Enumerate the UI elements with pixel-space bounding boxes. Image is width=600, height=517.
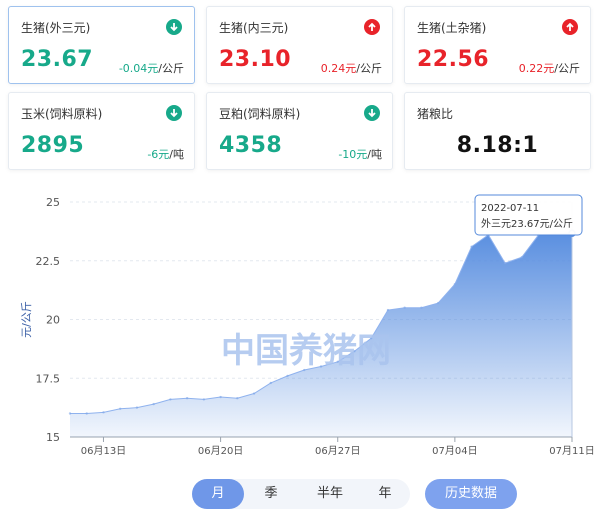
arrow-up-icon — [364, 19, 380, 35]
card-change: -10元/吨 — [338, 148, 382, 161]
card-name: 生猪(外三元) — [21, 21, 91, 35]
card-name: 猪粮比 — [417, 107, 454, 121]
x-tick-label: 06月20日 — [198, 445, 243, 457]
y-tick-label: 20 — [46, 314, 60, 327]
x-tick-label: 07月11日 — [549, 445, 594, 457]
data-point — [453, 283, 457, 286]
data-point — [169, 398, 172, 401]
card-corn[interactable]: 玉米(饲料原料) 2895 -6元/吨 — [8, 92, 195, 170]
data-point — [236, 397, 239, 400]
ratio-value: 8.18:1 — [456, 133, 539, 158]
card-pig-local[interactable]: 生猪(土杂猪) 22.56 0.22元/公斤 — [404, 6, 591, 84]
price-cards: 生猪(外三元) 23.67 -0.04元/公斤 生猪(内三元) 23.10 0.… — [0, 0, 600, 178]
data-point — [68, 412, 72, 415]
card-price: 2895 — [21, 133, 85, 158]
data-point — [85, 412, 88, 415]
history-data-button[interactable]: 历史数据 — [425, 479, 517, 509]
data-point — [119, 407, 122, 410]
card-name: 生猪(土杂猪) — [417, 21, 487, 35]
data-point — [102, 411, 105, 414]
y-tick-label: 15 — [46, 431, 60, 444]
arrow-down-icon — [166, 19, 182, 35]
tooltip-value: 外三元23.67元/公斤 — [481, 218, 573, 230]
card-change: -6元/吨 — [147, 148, 184, 161]
card-price: 22.56 — [417, 47, 490, 72]
tab-quarter[interactable]: 季 — [246, 479, 296, 509]
card-change: -0.04元/公斤 — [118, 62, 184, 75]
data-point — [269, 381, 272, 385]
card-change: 0.22元/公斤 — [518, 62, 580, 75]
data-point — [436, 301, 440, 305]
data-point — [135, 406, 139, 409]
data-point — [185, 397, 189, 400]
tooltip-date: 2022-07-11 — [481, 203, 539, 214]
tab-month[interactable]: 月 — [192, 479, 244, 509]
card-price: 4358 — [219, 133, 283, 158]
card-price: 23.67 — [21, 47, 94, 72]
data-point — [386, 308, 390, 312]
y-axis-label: 元/公斤 — [20, 301, 33, 338]
x-tick-label: 06月13日 — [81, 445, 126, 457]
y-tick-label: 17.5 — [36, 372, 61, 385]
card-name: 生猪(内三元) — [219, 21, 289, 35]
data-point — [470, 245, 473, 248]
card-pig-outer[interactable]: 生猪(外三元) 23.67 -0.04元/公斤 — [8, 6, 195, 84]
arrow-down-icon — [166, 105, 182, 121]
x-tick-label: 06月27日 — [315, 445, 360, 457]
card-name: 豆粕(饲料原料) — [219, 107, 301, 121]
card-name: 玉米(饲料原料) — [21, 107, 103, 121]
watermark: 中国养猪网 — [221, 331, 391, 371]
period-tabs: 月 季 半年 年 — [192, 479, 410, 509]
chart-svg[interactable]: 25 22.5 20 17.5 15 元/公斤 06月13日 06月20日 06月27日 07月0… — [0, 180, 600, 470]
data-point — [152, 402, 155, 406]
y-tick-label: 25 — [46, 196, 60, 209]
price-chart[interactable]: 25 22.5 20 17.5 15 元/公斤 06月13日 06月20日 06月27日 07月0… — [0, 180, 600, 470]
arrow-up-icon — [562, 19, 578, 35]
arrow-down-icon — [364, 105, 380, 121]
data-point — [520, 256, 523, 259]
data-point — [503, 261, 507, 265]
x-tick-label: 07月04日 — [432, 445, 477, 457]
data-point — [403, 306, 406, 309]
data-point — [202, 398, 206, 401]
card-pig-inner[interactable]: 生猪(内三元) 23.10 0.24元/公斤 — [206, 6, 393, 84]
tab-year[interactable]: 年 — [360, 479, 410, 509]
card-pig-grain-ratio[interactable]: 猪粮比 8.18:1 — [404, 92, 591, 170]
card-change: 0.24元/公斤 — [320, 62, 382, 75]
data-point — [219, 395, 222, 399]
tab-half-year[interactable]: 半年 — [302, 479, 358, 509]
card-price: 23.10 — [219, 47, 292, 72]
y-tick-label: 22.5 — [36, 255, 61, 268]
data-point — [252, 392, 256, 395]
card-soymeal[interactable]: 豆粕(饲料原料) 4358 -10元/吨 — [206, 92, 393, 170]
data-point — [420, 306, 423, 309]
data-point — [286, 374, 289, 378]
